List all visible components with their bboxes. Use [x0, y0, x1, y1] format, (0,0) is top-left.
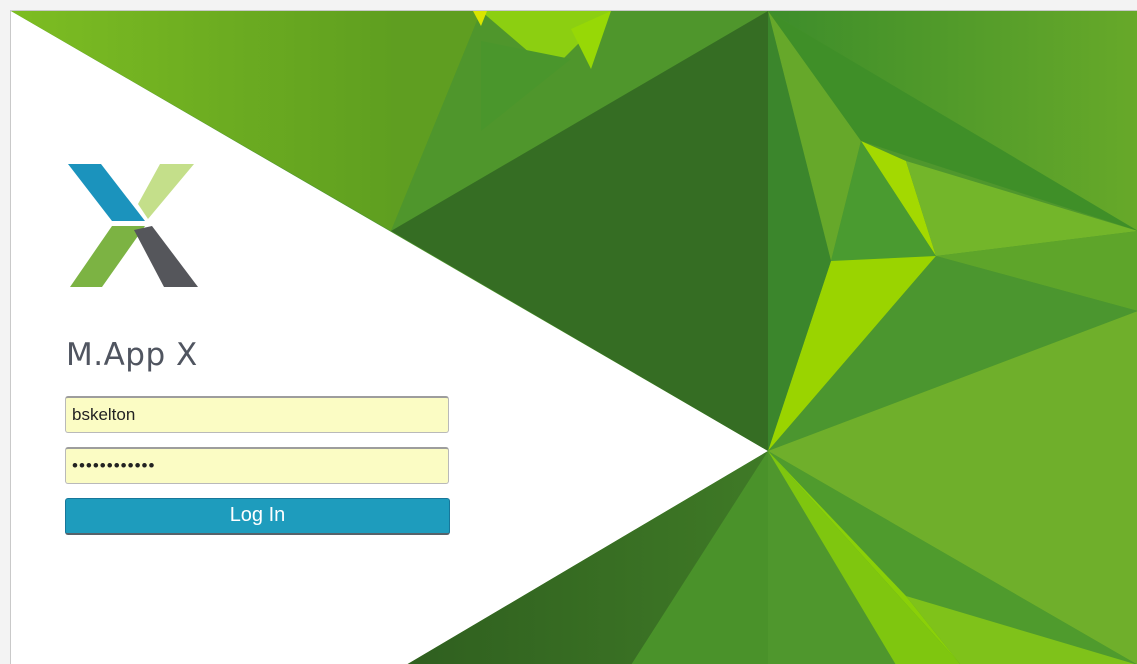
app-title: M.App X — [66, 337, 198, 373]
login-page: M.App X Log In — [0, 0, 1137, 664]
password-input[interactable] — [65, 447, 449, 484]
username-input[interactable] — [65, 396, 449, 433]
mappx-logo-icon — [68, 164, 198, 287]
login-button[interactable]: Log In — [65, 498, 450, 535]
login-frame: M.App X Log In — [10, 10, 1137, 664]
